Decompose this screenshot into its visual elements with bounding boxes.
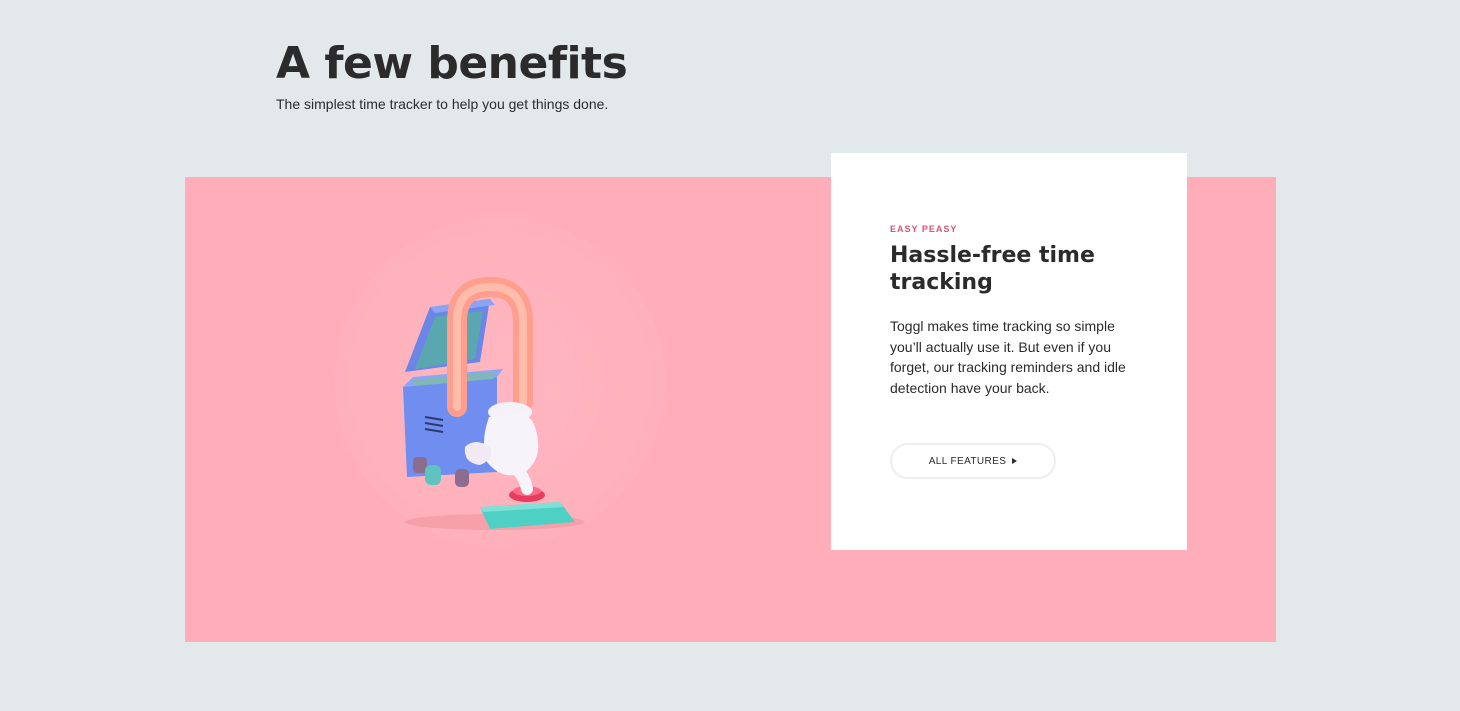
cooler-robot-illustration	[403, 277, 585, 530]
all-features-label: ALL FEATURES	[928, 455, 1007, 467]
feature-description: Toggl makes time tracking so simple you’…	[890, 318, 1126, 396]
feature-title: Hassle-free time tracking	[890, 243, 1095, 295]
section-title: A few benefits	[276, 38, 628, 89]
feature-card: EASY PEASY Hassle-free time tracking Tog…	[831, 153, 1187, 550]
feature-eyebrow: EASY PEASY	[890, 224, 958, 234]
benefits-section: A few benefits The simplest time tracker…	[0, 0, 1460, 711]
all-features-button[interactable]: ALL FEATURES	[890, 443, 1056, 479]
section-subtitle: The simplest time tracker to help you ge…	[276, 96, 609, 112]
play-triangle-icon	[1012, 458, 1018, 464]
